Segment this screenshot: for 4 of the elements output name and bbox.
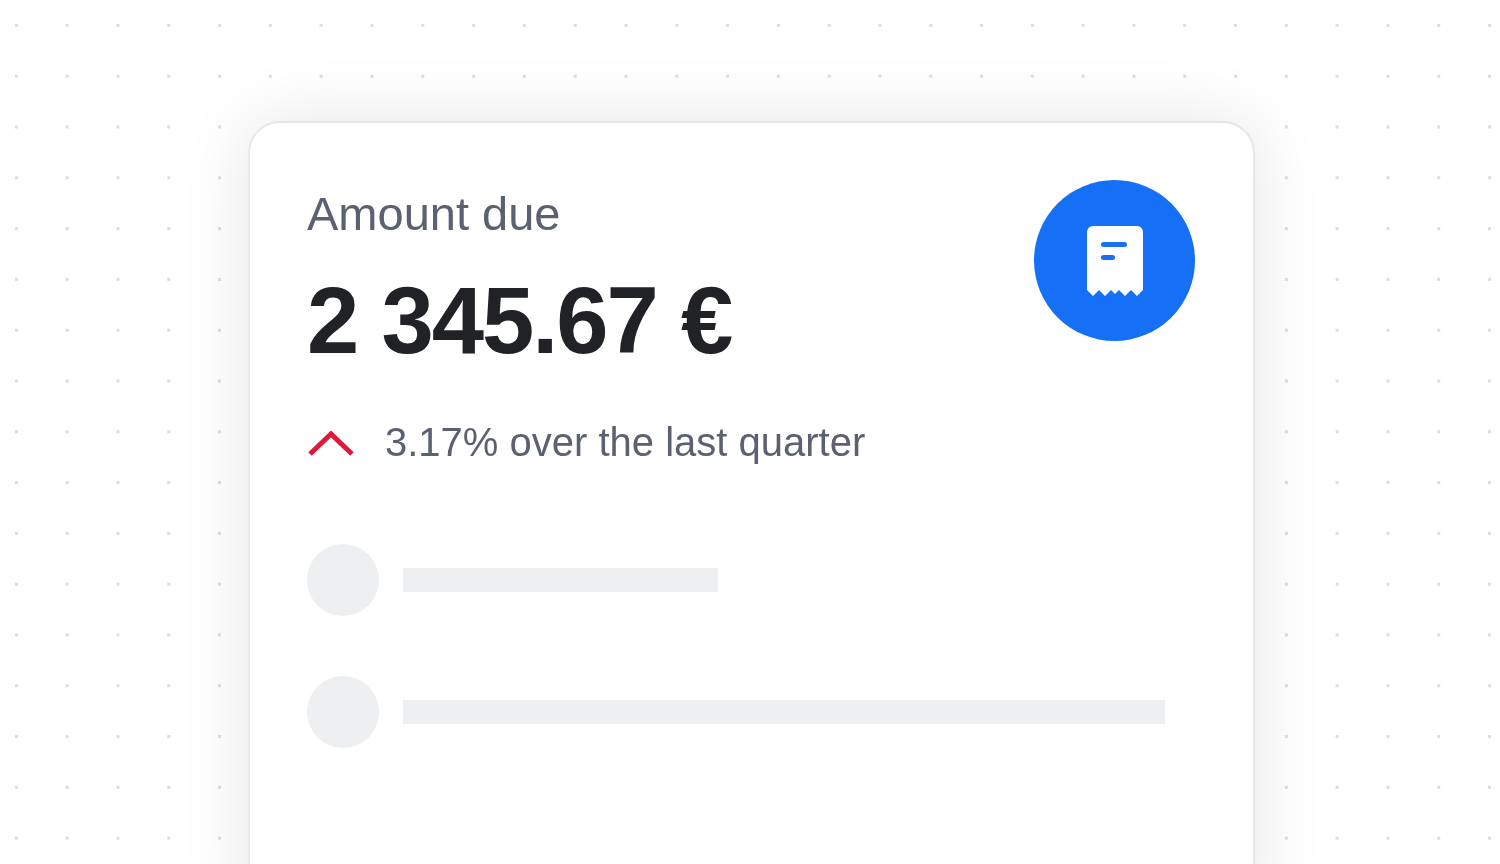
amount-label: Amount due xyxy=(307,186,562,242)
receipt-icon xyxy=(1086,225,1143,296)
trend-text: 3.17% over the last quarter xyxy=(385,420,866,466)
amount-value: 2 345.67 € xyxy=(307,274,732,369)
